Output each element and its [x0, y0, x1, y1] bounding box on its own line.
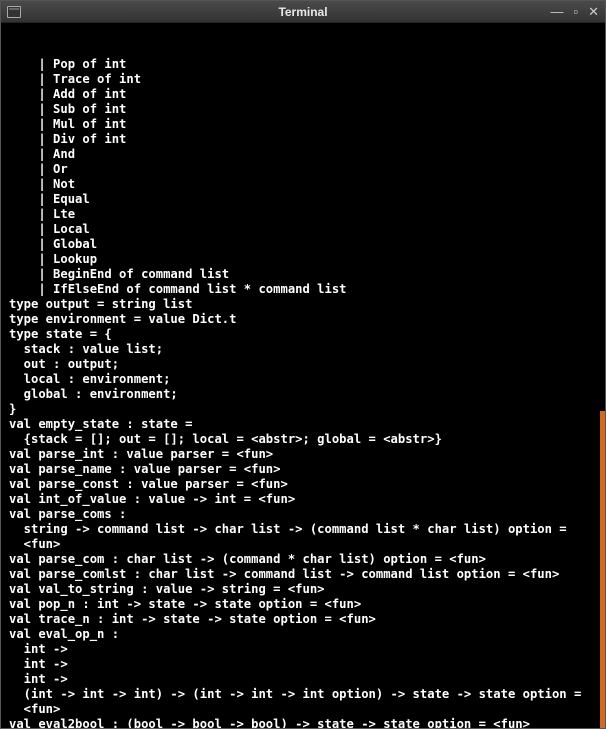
- terminal-line: val parse_coms :: [9, 507, 597, 522]
- terminal-line: (int -> int -> int) -> (int -> int -> in…: [9, 687, 597, 702]
- terminal-line: val eval_op_n :: [9, 627, 597, 642]
- terminal-line: val trace_n : int -> state -> state opti…: [9, 612, 597, 627]
- terminal-line: | IfElseEnd of command list * command li…: [9, 282, 597, 297]
- terminal-line: | Sub of int: [9, 102, 597, 117]
- terminal-line: local : environment;: [9, 372, 597, 387]
- terminal-line: <fun>: [9, 702, 597, 717]
- terminal-line: | Mul of int: [9, 117, 597, 132]
- scrollbar[interactable]: [600, 23, 605, 728]
- terminal-line: int ->: [9, 657, 597, 672]
- terminal-output[interactable]: | Pop of int | Trace of int | Add of int…: [1, 23, 605, 728]
- window-controls: — ▫ ✕: [550, 5, 599, 18]
- terminal-line: val parse_comlst : char list -> command …: [9, 567, 597, 582]
- terminal-line: string -> command list -> char list -> (…: [9, 522, 597, 537]
- terminal-line: | Not: [9, 177, 597, 192]
- terminal-line: | Trace of int: [9, 72, 597, 87]
- terminal-line: val parse_name : value parser = <fun>: [9, 462, 597, 477]
- terminal-line: | Div of int: [9, 132, 597, 147]
- minimize-button[interactable]: —: [550, 5, 563, 18]
- terminal-line: val int_of_value : value -> int = <fun>: [9, 492, 597, 507]
- terminal-icon: [7, 6, 21, 18]
- close-button[interactable]: ✕: [588, 5, 599, 18]
- terminal-line: val parse_com : char list -> (command * …: [9, 552, 597, 567]
- terminal-line: {stack = []; out = []; local = <abstr>; …: [9, 432, 597, 447]
- terminal-line: <fun>: [9, 537, 597, 552]
- terminal-line: out : output;: [9, 357, 597, 372]
- terminal-line: val val_to_string : value -> string = <f…: [9, 582, 597, 597]
- maximize-button[interactable]: ▫: [573, 5, 578, 18]
- terminal-line: | Global: [9, 237, 597, 252]
- terminal-line: | Local: [9, 222, 597, 237]
- terminal-line: global : environment;: [9, 387, 597, 402]
- titlebar[interactable]: Terminal — ▫ ✕: [1, 1, 605, 23]
- terminal-line: type output = string list: [9, 297, 597, 312]
- terminal-line: val parse_const : value parser = <fun>: [9, 477, 597, 492]
- terminal-line: | Or: [9, 162, 597, 177]
- terminal-line: type state = {: [9, 327, 597, 342]
- terminal-line: val empty_state : state =: [9, 417, 597, 432]
- terminal-line: | Add of int: [9, 87, 597, 102]
- terminal-line: | Pop of int: [9, 57, 597, 72]
- terminal-line: | And: [9, 147, 597, 162]
- window-title: Terminal: [278, 5, 327, 19]
- terminal-line: int ->: [9, 672, 597, 687]
- terminal-line: val parse_int : value parser = <fun>: [9, 447, 597, 462]
- terminal-line: type environment = value Dict.t: [9, 312, 597, 327]
- terminal-line: | Lte: [9, 207, 597, 222]
- terminal-line: val pop_n : int -> state -> state option…: [9, 597, 597, 612]
- terminal-line: val eval2bool : (bool -> bool -> bool) -…: [9, 717, 597, 728]
- terminal-line: stack : value list;: [9, 342, 597, 357]
- terminal-line: }: [9, 402, 597, 417]
- terminal-line: int ->: [9, 642, 597, 657]
- terminal-line: | BeginEnd of command list: [9, 267, 597, 282]
- scroll-thumb[interactable]: [600, 411, 605, 728]
- terminal-window: Terminal — ▫ ✕ | Pop of int | Trace of i…: [0, 0, 606, 729]
- terminal-line: | Equal: [9, 192, 597, 207]
- terminal-line: | Lookup: [9, 252, 597, 267]
